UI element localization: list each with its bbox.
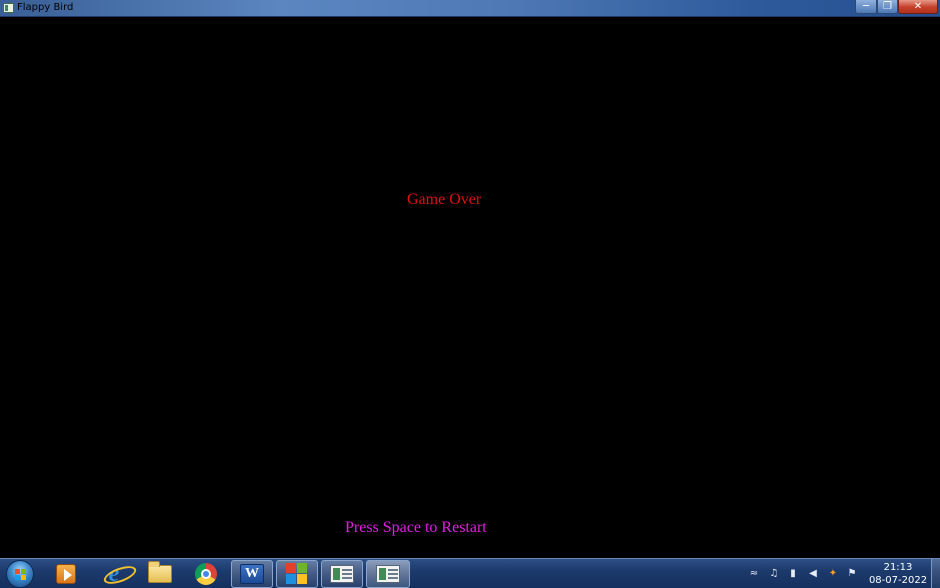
- app-window-icon: [3, 3, 14, 13]
- taskbar-media-player[interactable]: [46, 560, 86, 588]
- clock-date: 08-07-2022: [868, 575, 928, 586]
- clock-time: 21:13: [883, 562, 913, 573]
- show-desktop-button[interactable]: [931, 559, 940, 588]
- minimize-button[interactable]: ─: [855, 0, 877, 14]
- taskbar-chrome[interactable]: [186, 560, 226, 588]
- file-explorer-icon: [148, 561, 172, 583]
- windows-logo-icon: [286, 563, 308, 585]
- taskbar-clock[interactable]: 21:13 08-07-2022: [866, 561, 930, 587]
- chrome-icon: [195, 563, 217, 585]
- window-title: Flappy Bird: [17, 2, 74, 13]
- action-center-flag-icon[interactable]: ⚑: [845, 568, 859, 580]
- music-icon[interactable]: ♫: [767, 568, 781, 580]
- application-window-icon: [376, 565, 400, 583]
- network-icon[interactable]: ≈: [747, 568, 761, 580]
- application-window-icon: [330, 565, 354, 583]
- windows-media-player-icon: [56, 564, 76, 584]
- minimize-icon: ─: [862, 0, 870, 12]
- taskbar-flappy-bird-active[interactable]: [366, 560, 410, 588]
- close-icon: ✕: [913, 0, 923, 12]
- restore-icon: ❐: [883, 0, 892, 12]
- taskbar-internet-explorer[interactable]: e: [94, 560, 134, 588]
- start-button[interactable]: [6, 560, 34, 588]
- taskbar-windows-app[interactable]: [276, 560, 318, 588]
- taskbar-file-explorer[interactable]: [140, 560, 180, 588]
- power-icon[interactable]: ✦: [826, 568, 840, 580]
- title-bar[interactable]: Flappy Bird ─ ❐ ✕: [0, 0, 940, 17]
- close-button[interactable]: ✕: [898, 0, 938, 14]
- maximize-button[interactable]: ❐: [877, 0, 898, 14]
- internet-explorer-icon: e: [108, 561, 120, 587]
- taskbar: e W ≈ ♫ ▮ ◀ ✦ ⚑ 21:13 08-07-2022: [0, 558, 940, 588]
- taskbar-word[interactable]: W: [231, 560, 273, 588]
- battery-icon[interactable]: ▮: [786, 568, 800, 580]
- restart-prompt: Press Space to Restart: [345, 519, 487, 536]
- taskbar-app-window[interactable]: [321, 560, 363, 588]
- windows-logo-icon: [15, 569, 27, 581]
- game-canvas[interactable]: Game Over Press Space to Restart: [0, 18, 940, 558]
- volume-icon[interactable]: ◀: [806, 568, 820, 580]
- microsoft-word-icon: W: [240, 564, 264, 584]
- game-over-text: Game Over: [407, 191, 482, 208]
